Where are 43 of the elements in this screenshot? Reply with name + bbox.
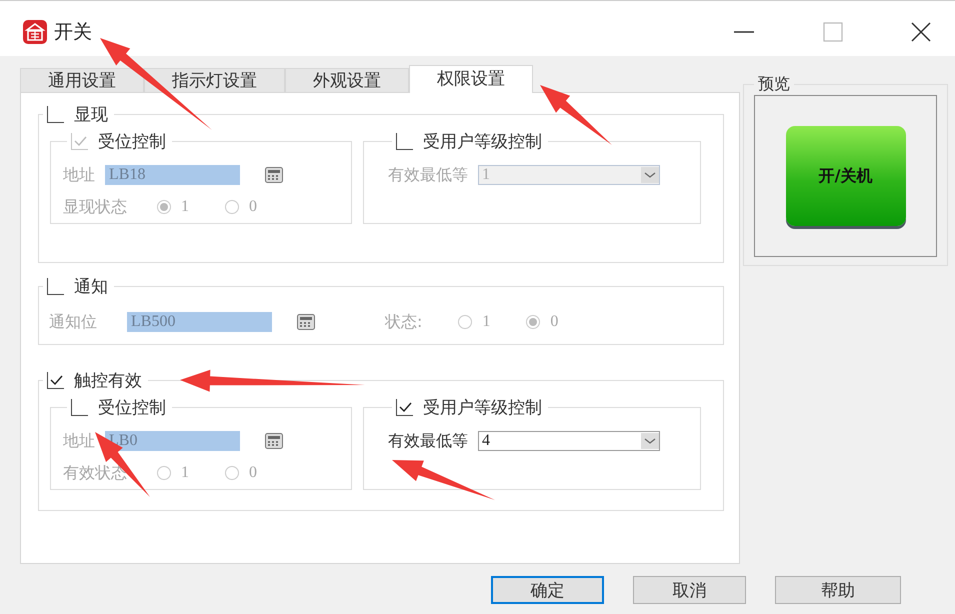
address-field: LB18 (105, 165, 240, 185)
field-label: 状态: (385, 312, 422, 332)
radio-label: 0 (249, 198, 257, 216)
checkbox-label: 受用户等级控制 (423, 397, 542, 419)
radio-label: 1 (181, 464, 189, 482)
chevron-down-icon (641, 167, 659, 183)
tab[interactable]: 外观设置 (285, 68, 409, 92)
calculator-icon[interactable] (265, 167, 283, 183)
radio-label: 1 (181, 198, 189, 216)
field-label: 显现状态 (63, 196, 127, 218)
chevron-down-icon (641, 433, 659, 449)
dialog-button[interactable]: 取消 (633, 576, 746, 604)
radio-button[interactable] (526, 315, 540, 329)
checkbox-label: 触控有效 (74, 370, 142, 392)
calculator-icon[interactable] (265, 433, 283, 449)
checkbox-label: 通知 (74, 276, 108, 298)
radio-label: 0 (249, 464, 257, 482)
dialog-button[interactable]: 帮助 (775, 576, 901, 604)
address-field: LB500 (127, 312, 272, 332)
close-icon[interactable] (911, 22, 931, 42)
checkbox-label: 显现 (74, 104, 108, 126)
field-label: 通知位 (49, 312, 97, 332)
app-icon (22, 18, 48, 44)
checkbox-label: 受位控制 (98, 131, 166, 153)
annotation-arrow (540, 85, 612, 145)
field-label: 地址 (63, 430, 95, 452)
level-dropdown[interactable]: 4 (478, 431, 660, 451)
checkbox-label: 受位控制 (98, 397, 166, 419)
calculator-icon[interactable] (297, 314, 315, 330)
radio-label: 0 (550, 313, 558, 331)
annotation-arrow (95, 432, 150, 497)
checkbox-label: 受用户等级控制 (423, 131, 542, 153)
dialog-button[interactable]: 确定 (491, 576, 604, 604)
tab[interactable]: 指示灯设置 (144, 68, 285, 92)
tab[interactable]: 权限设置 (409, 65, 533, 93)
radio-button[interactable] (458, 315, 472, 329)
window-title: 开关 (54, 20, 92, 44)
field-label: 地址 (63, 164, 95, 186)
radio-label: 1 (482, 313, 490, 331)
tab[interactable]: 通用设置 (20, 68, 144, 92)
group-title: 预览 (757, 74, 791, 95)
field-label: 有效最低等 (388, 430, 468, 452)
field-label: 有效最低等 (388, 164, 468, 186)
